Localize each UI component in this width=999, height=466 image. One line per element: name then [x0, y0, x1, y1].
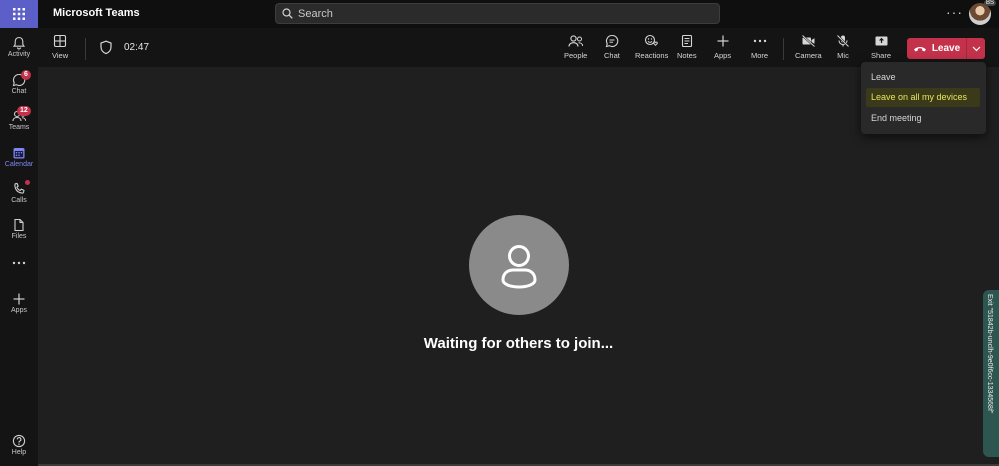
side-tab[interactable]: Exit "51842b-unclh-9e0f6cc-1334568f" — [983, 290, 999, 457]
grid-view-icon — [54, 34, 67, 48]
mic-label: Mic — [837, 51, 849, 60]
camera-label: Camera — [795, 51, 822, 60]
camera-off-icon — [801, 34, 816, 48]
rail-label: Activity — [7, 51, 31, 58]
share-label: Share — [871, 51, 892, 60]
teams-window: Microsoft Teams Search ··· BS Activity C… — [0, 0, 999, 466]
rail-label: Help — [11, 449, 27, 456]
bell-icon — [12, 36, 26, 50]
settings-more-button[interactable]: ··· — [946, 4, 963, 20]
rail-item-chat[interactable]: Chat 6 — [0, 69, 38, 105]
notes-label: Notes — [677, 51, 697, 60]
rail-item-calls[interactable]: Calls — [0, 178, 38, 214]
reactions-icon — [645, 34, 659, 47]
more-label: More — [751, 51, 769, 60]
reactions-label: Reactions — [635, 51, 669, 60]
side-tab-label: Exit "51842b-unclh-9e0f6cc-1334568f" — [986, 294, 993, 414]
toolbar-divider — [783, 38, 784, 60]
chevron-down-icon — [972, 46, 980, 51]
people-icon — [568, 35, 583, 47]
unread-badge: 12 — [17, 106, 31, 116]
rail-item-calendar[interactable]: Calendar — [0, 142, 38, 178]
menu-item-leave-all-devices[interactable]: Leave on all my devices — [866, 88, 980, 107]
rail-item-teams[interactable]: Teams 12 — [0, 105, 38, 141]
meeting-timer: 02:47 — [124, 42, 150, 53]
more-actions-button[interactable]: More — [751, 34, 768, 60]
person-icon — [501, 245, 537, 289]
rail-item-more[interactable] — [0, 256, 38, 292]
add-apps-icon — [717, 35, 729, 47]
view-button[interactable]: View — [52, 34, 68, 60]
menu-item-end-meeting[interactable]: End meeting — [871, 113, 922, 123]
leave-button[interactable]: Leave — [907, 38, 966, 59]
people-label: People — [564, 51, 588, 60]
reactions-button[interactable]: Reactions — [635, 34, 668, 60]
people-button[interactable]: People — [564, 34, 587, 60]
rail-label: Calls — [11, 197, 27, 204]
waffle-icon — [13, 8, 25, 20]
app-launcher-button[interactable] — [0, 0, 38, 28]
unread-badge: 6 — [21, 70, 31, 80]
toolbar-divider — [85, 38, 86, 60]
rail-item-help[interactable]: Help — [0, 430, 38, 466]
search-icon — [282, 8, 293, 19]
missed-call-dot — [25, 180, 30, 185]
meeting-toolbar: View 02:47 People Chat Reactions Notes A… — [38, 28, 999, 67]
menu-item-leave[interactable]: Leave — [871, 72, 896, 82]
notes-icon — [681, 34, 692, 48]
more-icon — [12, 261, 26, 265]
leave-menu: Leave Leave on all my devices End meetin… — [861, 62, 986, 134]
help-icon — [12, 434, 26, 448]
rail-label: Calendar — [4, 161, 34, 168]
search-input[interactable]: Search — [275, 3, 720, 24]
apps-button[interactable]: Apps — [714, 34, 731, 60]
mic-off-icon — [836, 34, 850, 48]
calendar-icon — [13, 148, 25, 159]
chat-label: Chat — [604, 51, 620, 60]
app-title: Microsoft Teams — [53, 7, 140, 19]
ellipsis-icon — [753, 39, 766, 43]
share-button[interactable]: Share — [871, 34, 891, 60]
file-icon — [14, 218, 24, 232]
chat-bubble-icon — [605, 34, 619, 48]
camera-button[interactable]: Camera — [795, 34, 822, 60]
view-label: View — [52, 51, 69, 60]
title-bar: Microsoft Teams Search ··· BS — [0, 0, 999, 28]
rail-label: Teams — [8, 124, 30, 131]
rail-label: Chat — [11, 88, 27, 95]
chat-button[interactable]: Chat — [604, 34, 620, 60]
rail-label: Files — [11, 233, 27, 240]
leave-label: Leave — [931, 43, 961, 54]
participant-avatar — [469, 215, 569, 315]
rail-item-apps[interactable]: Apps — [0, 288, 38, 324]
meeting-security-button[interactable] — [99, 40, 113, 55]
rail-item-files[interactable]: Files — [0, 214, 38, 250]
leave-options-button[interactable] — [966, 38, 985, 59]
notes-button[interactable]: Notes — [677, 34, 697, 60]
avatar[interactable] — [969, 3, 991, 25]
avatar-status-badge: BS — [984, 0, 997, 6]
search-placeholder: Search — [298, 7, 333, 20]
waiting-message: Waiting for others to join... — [423, 335, 614, 352]
apps-label: Apps — [714, 51, 732, 60]
rail-item-activity[interactable]: Activity — [0, 32, 38, 68]
mic-button[interactable]: Mic — [836, 34, 850, 60]
phone-icon — [14, 182, 25, 194]
hang-up-icon — [913, 46, 926, 51]
meeting-stage: Waiting for others to join... — [38, 67, 999, 464]
shield-icon — [100, 40, 112, 55]
rail-label: Apps — [11, 307, 27, 314]
plus-icon — [13, 293, 25, 305]
app-rail: Activity Chat 6 Teams 12 Calendar Calls … — [0, 28, 38, 466]
share-screen-icon — [875, 36, 887, 46]
